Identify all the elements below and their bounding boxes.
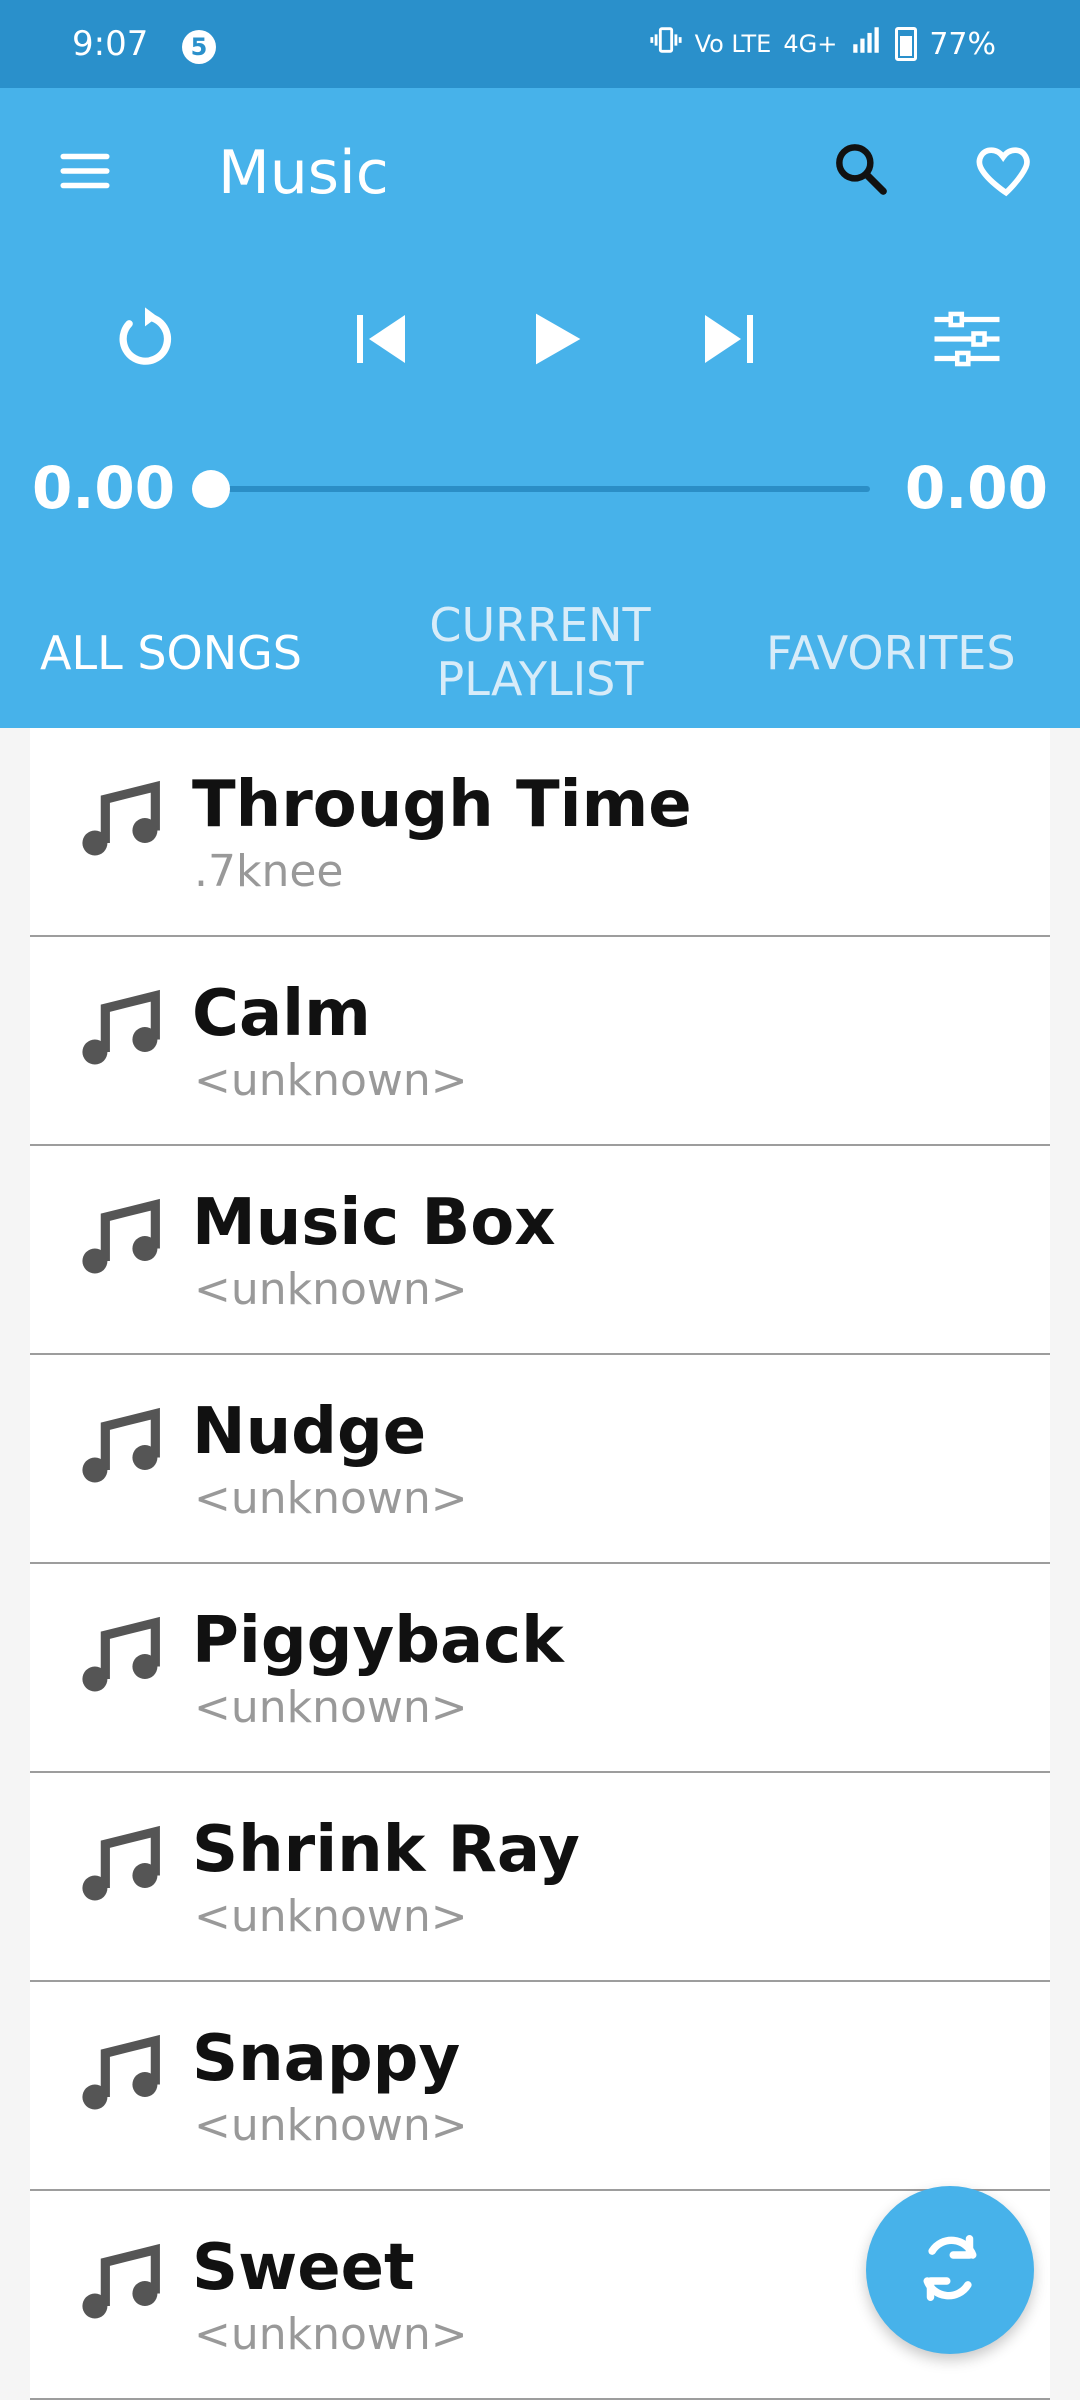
play-icon[interactable] bbox=[500, 284, 610, 394]
tab-current-playlist[interactable]: CURRENT PLAYLIST bbox=[410, 598, 670, 706]
search-icon[interactable] bbox=[820, 128, 900, 208]
previous-icon[interactable] bbox=[326, 284, 436, 394]
menu-icon[interactable] bbox=[50, 136, 120, 206]
music-note-icon bbox=[72, 1813, 172, 1913]
tab-all-songs[interactable]: ALL SONGS bbox=[40, 626, 302, 680]
song-title: Snappy bbox=[192, 2022, 461, 2096]
song-item[interactable]: Calm <unknown> bbox=[30, 937, 1050, 1146]
song-item[interactable]: Snappy <unknown> bbox=[30, 1982, 1050, 2191]
heart-icon[interactable] bbox=[964, 128, 1048, 212]
music-note-icon bbox=[72, 768, 172, 868]
song-list: Through Time .7knee Calm <unknown> Music… bbox=[30, 728, 1050, 2400]
seek-thumb[interactable] bbox=[192, 470, 230, 508]
current-time: 0.00 bbox=[32, 454, 176, 522]
status-right: Vo LTE 4G+ 77% bbox=[649, 0, 996, 88]
notification-count-icon: 5 bbox=[182, 30, 216, 64]
song-title: Through Time bbox=[192, 768, 692, 842]
music-note-icon bbox=[72, 1395, 172, 1495]
song-item[interactable]: Piggyback <unknown> bbox=[30, 1564, 1050, 1773]
music-note-icon bbox=[72, 1186, 172, 1286]
battery-icon bbox=[895, 27, 918, 61]
song-title: Music Box bbox=[192, 1186, 556, 1260]
battery-percent: 77% bbox=[929, 26, 996, 62]
page-title: Music bbox=[218, 138, 389, 208]
song-artist: <unknown> bbox=[194, 1264, 468, 1315]
song-item[interactable]: Shrink Ray <unknown> bbox=[30, 1773, 1050, 1982]
status-time: 9:07 bbox=[72, 24, 149, 64]
music-note-icon bbox=[72, 977, 172, 1077]
status-bar: 9:07 5 Vo LTE 4G+ 77% bbox=[0, 0, 1080, 88]
network-type: 4G+ bbox=[783, 30, 838, 58]
music-note-icon bbox=[72, 2022, 172, 2122]
song-item[interactable]: Through Time .7knee bbox=[30, 728, 1050, 937]
next-icon[interactable] bbox=[674, 284, 784, 394]
equalizer-icon[interactable] bbox=[912, 284, 1022, 394]
music-note-icon bbox=[72, 2231, 172, 2331]
song-item[interactable]: Music Box <unknown> bbox=[30, 1146, 1050, 1355]
sync-button[interactable] bbox=[866, 2186, 1034, 2354]
seek-bar[interactable] bbox=[210, 486, 870, 492]
song-artist: <unknown> bbox=[194, 2309, 468, 2360]
song-artist: <unknown> bbox=[194, 2100, 468, 2151]
song-artist: <unknown> bbox=[194, 1473, 468, 1524]
song-title: Piggyback bbox=[192, 1604, 564, 1678]
music-note-icon bbox=[72, 1604, 172, 1704]
song-artist: <unknown> bbox=[194, 1055, 468, 1106]
song-title: Nudge bbox=[192, 1395, 427, 1469]
volte-icon: Vo LTE bbox=[694, 30, 772, 58]
sync-icon bbox=[911, 2229, 989, 2311]
vibrate-icon bbox=[649, 23, 683, 65]
total-time: 0.00 bbox=[904, 454, 1048, 522]
song-title: Sweet bbox=[192, 2231, 415, 2305]
song-artist: .7knee bbox=[194, 846, 344, 897]
song-artist: <unknown> bbox=[194, 1891, 468, 1942]
song-item[interactable]: Nudge <unknown> bbox=[30, 1355, 1050, 1564]
song-artist: <unknown> bbox=[194, 1682, 468, 1733]
signal-icon bbox=[849, 23, 883, 65]
song-title: Calm bbox=[192, 977, 371, 1051]
app-header: Music 0.00 0.00 ALL SONGS CURRENT PLAYLI… bbox=[0, 88, 1080, 728]
tab-favorites[interactable]: FAVORITES bbox=[766, 626, 1016, 680]
song-title: Shrink Ray bbox=[192, 1813, 580, 1887]
tabs: ALL SONGS CURRENT PLAYLIST FAVORITES bbox=[0, 576, 1080, 728]
replay-icon[interactable] bbox=[90, 284, 200, 394]
